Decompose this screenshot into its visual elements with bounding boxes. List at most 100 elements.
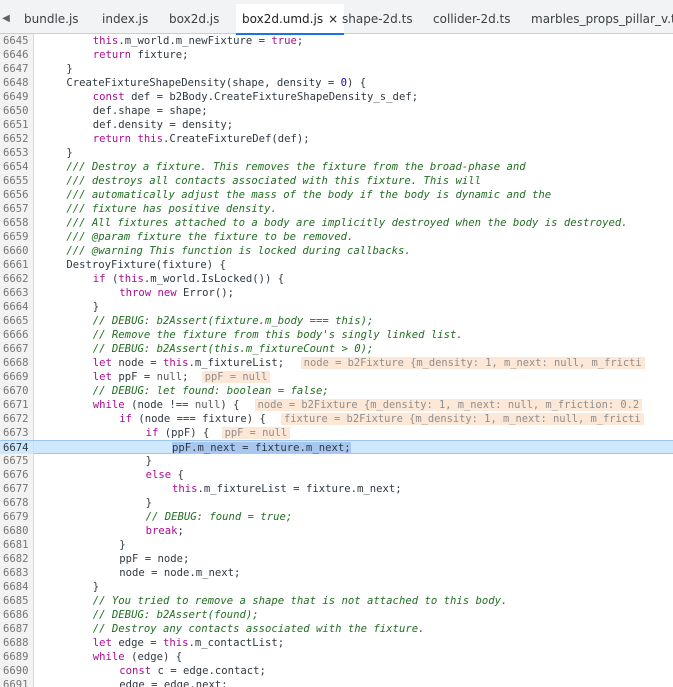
- code-line: 6673 if (ppF) {ppF = null: [0, 426, 673, 440]
- line-number[interactable]: 6649: [0, 90, 34, 104]
- code-line: 6654 /// Destroy a fixture. This removes …: [0, 160, 673, 174]
- line-number[interactable]: 6660: [0, 244, 34, 258]
- line-number[interactable]: 6666: [0, 328, 34, 342]
- code-text: let node = this.m_fixtureList;: [92, 357, 285, 369]
- code-text: const c = edge.contact;: [119, 665, 266, 677]
- line-number[interactable]: 6664: [0, 300, 34, 314]
- line-number[interactable]: 6650: [0, 104, 34, 118]
- line-number[interactable]: 6652: [0, 132, 34, 146]
- line-number[interactable]: 6670: [0, 384, 34, 398]
- code-text: // Destroy any contacts associated with …: [92, 623, 425, 635]
- code-line: 6687 // Destroy any contacts associated w…: [0, 622, 673, 636]
- line-number[interactable]: 6691: [0, 678, 34, 687]
- code-line: 6681}: [0, 538, 673, 552]
- line-number[interactable]: 6690: [0, 664, 34, 678]
- code-line: 6663 throw new Error();: [0, 286, 673, 300]
- line-number[interactable]: 6647: [0, 62, 34, 76]
- code-text: }: [92, 581, 100, 593]
- code-text: let edge = this.m_contactList;: [92, 637, 285, 649]
- tab-label: marbles_props_pillar_v.ts: [531, 12, 673, 26]
- tab-box2d-umd-js[interactable]: box2d.umd.js ×: [236, 4, 345, 35]
- line-number[interactable]: 6651: [0, 118, 34, 132]
- tab-box2d-js[interactable]: box2d.js: [169, 4, 219, 34]
- line-number[interactable]: 6687: [0, 622, 34, 636]
- code-line: 6675}: [0, 454, 673, 468]
- code-text: // DEBUG: found = true;: [145, 511, 293, 523]
- code-line: 6668 let node = this.m_fixtureList; node =…: [0, 356, 673, 370]
- code-line: 6646 return fixture;: [0, 48, 673, 62]
- line-number[interactable]: 6684: [0, 580, 34, 594]
- tab-shape-2d-ts[interactable]: shape-2d.ts: [342, 4, 413, 34]
- code-line: 6682 ppF = node;: [0, 552, 673, 566]
- line-number[interactable]: 6653: [0, 146, 34, 160]
- code-text: // DEBUG: let found: boolean = false;: [92, 385, 329, 397]
- line-number[interactable]: 6674: [0, 441, 34, 455]
- tab-index-js[interactable]: index.js: [102, 4, 148, 34]
- line-number[interactable]: 6675: [0, 454, 34, 468]
- tab-marbles-props-pillar-v-ts[interactable]: marbles_props_pillar_v.ts: [531, 4, 673, 34]
- line-number[interactable]: 6658: [0, 216, 34, 230]
- line-number[interactable]: 6645: [0, 34, 34, 48]
- line-number[interactable]: 6673: [0, 426, 34, 440]
- tab-bundle-js[interactable]: bundle.js: [24, 4, 79, 34]
- code-line: 6649 const def = b2Body.CreateFixtureShap…: [0, 90, 673, 104]
- line-number[interactable]: 6686: [0, 608, 34, 622]
- code-line: 6691 edge = edge.next;: [0, 678, 673, 687]
- line-number[interactable]: 6680: [0, 524, 34, 538]
- code-line: 6660 /// @warning This function is locked…: [0, 244, 673, 258]
- line-number[interactable]: 6682: [0, 552, 34, 566]
- code-line: 6661 DestroyFixture(fixture) {: [0, 258, 673, 272]
- line-number[interactable]: 6679: [0, 510, 34, 524]
- close-icon[interactable]: ×: [328, 12, 338, 26]
- editor-tab-bar: ◀ bundle.js index.js box2d.js box2d.umd.…: [0, 4, 673, 35]
- line-number[interactable]: 6672: [0, 412, 34, 426]
- line-number[interactable]: 6648: [0, 76, 34, 90]
- line-number[interactable]: 6689: [0, 650, 34, 664]
- line-number[interactable]: 6646: [0, 48, 34, 62]
- inline-variable-value: node = b2Fixture {m_density: 1, m_next: …: [300, 357, 645, 369]
- code-text: def.shape = shape;: [92, 105, 208, 117]
- code-text: else {: [145, 469, 184, 481]
- tab-label: box2d.umd.js: [242, 12, 324, 26]
- line-number[interactable]: 6676: [0, 468, 34, 482]
- line-number[interactable]: 6688: [0, 636, 34, 650]
- line-number[interactable]: 6661: [0, 258, 34, 272]
- line-number[interactable]: 6654: [0, 160, 34, 174]
- code-text: /// @warning This function is locked dur…: [66, 245, 411, 257]
- line-number[interactable]: 6683: [0, 566, 34, 580]
- tab-label: shape-2d.ts: [342, 12, 413, 26]
- tab-label: collider-2d.ts: [433, 12, 511, 26]
- line-number[interactable]: 6668: [0, 356, 34, 370]
- line-number[interactable]: 6663: [0, 286, 34, 300]
- tab-label: index.js: [102, 12, 149, 26]
- code-line: 6688 let edge = this.m_contactList;: [0, 636, 673, 650]
- code-line: 6684}: [0, 580, 673, 594]
- line-number[interactable]: 6657: [0, 202, 34, 216]
- code-text: /// destroys all contacts associated wit…: [66, 175, 481, 187]
- code-text: return this.CreateFixtureDef(def);: [92, 133, 310, 145]
- line-number[interactable]: 6671: [0, 398, 34, 412]
- code-line: 6672 if (node === fixture) {fixture = b2F…: [0, 412, 673, 426]
- line-number[interactable]: 6659: [0, 230, 34, 244]
- line-number[interactable]: 6656: [0, 188, 34, 202]
- code-text: DestroyFixture(fixture) {: [66, 259, 226, 271]
- code-line: 6659 /// @param fixture the fixture to be…: [0, 230, 673, 244]
- code-text: CreateFixtureShapeDensity(shape, density…: [66, 77, 367, 89]
- line-number[interactable]: 6665: [0, 314, 34, 328]
- tab-scroll-left-icon[interactable]: ◀: [0, 11, 12, 27]
- line-number[interactable]: 6667: [0, 342, 34, 356]
- line-number[interactable]: 6662: [0, 272, 34, 286]
- line-number[interactable]: 6681: [0, 538, 34, 552]
- line-number[interactable]: 6685: [0, 594, 34, 608]
- code-editor[interactable]: 6645 this.m_world.m_newFixture = true; 664…: [0, 34, 673, 687]
- code-text: while (node !== null) {: [92, 399, 240, 411]
- line-number[interactable]: 6678: [0, 496, 34, 510]
- code-text: // Remove the fixture from this body's s…: [92, 329, 463, 341]
- tab-collider-2d-ts[interactable]: collider-2d.ts: [433, 4, 510, 34]
- code-text: if (node === fixture) {: [119, 413, 266, 425]
- code-line: 6667 // DEBUG: b2Assert(this.m_fixtureCou…: [0, 342, 673, 356]
- code-text: /// fixture has positive density.: [66, 203, 277, 215]
- line-number[interactable]: 6677: [0, 482, 34, 496]
- line-number[interactable]: 6669: [0, 370, 34, 384]
- line-number[interactable]: 6655: [0, 174, 34, 188]
